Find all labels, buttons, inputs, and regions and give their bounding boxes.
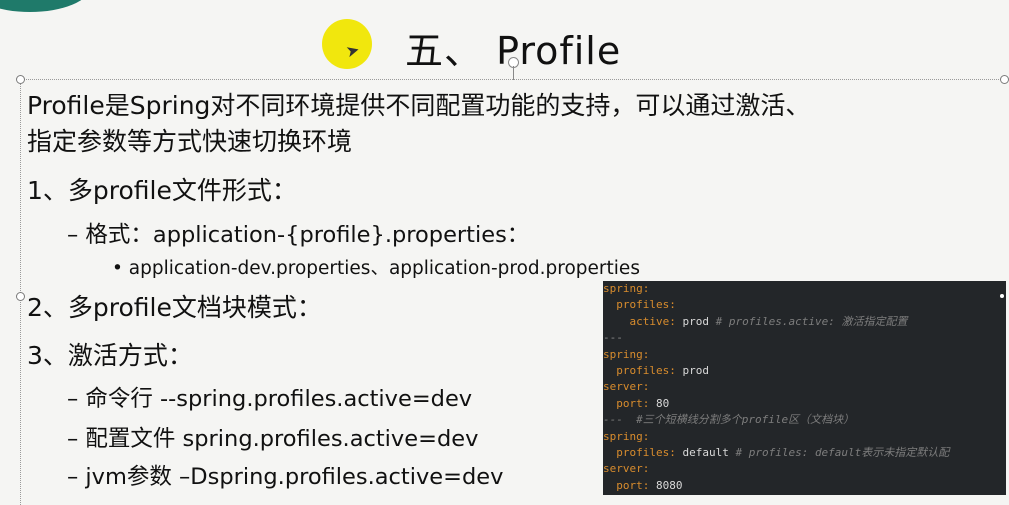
code-line: server:: [603, 461, 1006, 477]
code-key: profiles:: [603, 298, 676, 312]
code-key: port:: [603, 396, 650, 410]
code-comment: --- #三个短横线分割多个profile区（文档块）: [603, 413, 855, 427]
code-key: active:: [603, 314, 676, 328]
code-line: spring:: [603, 429, 1006, 445]
yaml-code-panel: spring: profiles: active: prod # profile…: [603, 281, 1006, 495]
code-line: spring:: [603, 281, 1006, 297]
code-lines: spring: profiles: active: prod # profile…: [603, 281, 1006, 494]
code-key: port:: [603, 478, 650, 492]
code-key: spring:: [603, 429, 650, 443]
code-key: spring:: [603, 282, 650, 295]
code-line: active: prod # profiles.active: 激活指定配置: [603, 314, 1006, 330]
code-line: server:: [603, 379, 1006, 395]
code-comment: # profiles: default表示未指定默认配: [735, 445, 950, 459]
resize-handle-top-right[interactable]: [1000, 75, 1009, 84]
item-1-heading: 1、多profile文件形式：: [27, 176, 297, 205]
code-comment: # profiles.active: 激活指定配置: [715, 314, 908, 328]
intro-line-1: Profile是Spring对不同环境提供不同配置功能的支持，可以通过激活、: [27, 91, 811, 120]
code-line: spring:: [603, 347, 1006, 363]
code-value: prod: [675, 314, 716, 328]
code-value: 80: [649, 396, 670, 410]
code-line: profiles:: [603, 297, 1006, 313]
code-value: 8080: [649, 478, 683, 492]
code-line: port: 80: [603, 396, 1006, 412]
item-3-cmdline: – 命令行 --spring.profiles.active=dev: [67, 386, 473, 412]
intro-line-2: 指定参数等方式快速切换环境: [27, 127, 353, 156]
code-value: prod: [675, 363, 709, 377]
item-1-example: • application-dev.properties、application…: [112, 258, 640, 279]
code-line: ---: [603, 330, 1006, 346]
slide-title: 五、 Profile: [405, 29, 622, 73]
code-comment: ---: [603, 331, 623, 345]
code-line: profiles: default # profiles: default表示未…: [603, 445, 1006, 461]
code-line: profiles: prod: [603, 363, 1006, 379]
resize-handle-top-left[interactable]: [16, 75, 25, 84]
code-line: --- #三个短横线分割多个profile区（文档块）: [603, 412, 1006, 428]
code-line: port: 8080: [603, 478, 1006, 494]
item-1-format: – 格式：application-{profile}.properties：: [67, 222, 530, 248]
panel-handle: [1000, 294, 1004, 298]
code-key: spring:: [603, 347, 650, 361]
resize-handle-left[interactable]: [16, 292, 25, 301]
code-key: server:: [603, 380, 650, 394]
item-3-heading: 3、激活方式：: [27, 341, 193, 370]
item-3-config-file: – 配置文件 spring.profiles.active=dev: [67, 426, 479, 452]
code-value: default: [675, 445, 736, 459]
code-key: profiles:: [603, 363, 676, 377]
item-3-jvm-arg: – jvm参数 –Dspring.profiles.active=dev: [67, 464, 504, 490]
item-2-heading: 2、多profile文档块模式：: [27, 293, 322, 322]
code-key: profiles:: [603, 445, 676, 459]
title-area: ➤ 五、 Profile: [0, 10, 1009, 73]
code-key: server:: [603, 462, 650, 476]
